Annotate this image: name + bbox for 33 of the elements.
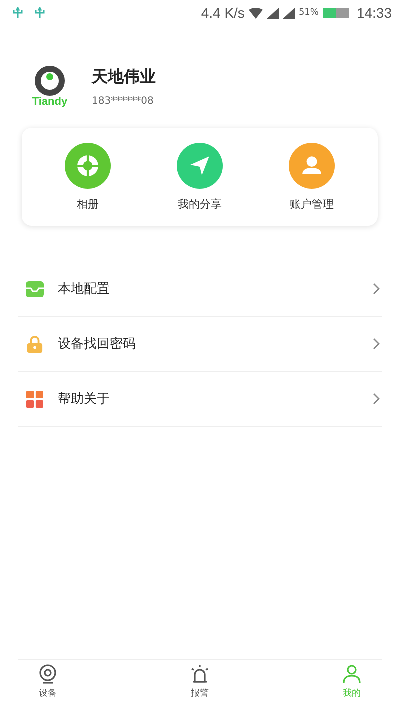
- shortcut-button[interactable]: 我的分享: [160, 142, 240, 212]
- tab[interactable]: 报警: [170, 660, 230, 710]
- shortcut-button[interactable]: 账户管理: [272, 142, 352, 212]
- chevron-icon: [373, 283, 380, 295]
- menu-item[interactable]: 设备找回密码: [18, 317, 382, 372]
- lock-icon: [26, 336, 44, 352]
- battery-percent: 51%: [298, 8, 319, 18]
- signal-icon: [282, 8, 295, 18]
- camera-icon: [38, 664, 58, 684]
- shortcut-button[interactable]: 相册: [48, 142, 128, 212]
- grid-icon: [26, 390, 44, 408]
- clock: 14:33: [356, 5, 392, 21]
- aperture-icon: [65, 142, 111, 188]
- logo-text: Tiandy: [32, 96, 68, 108]
- paper-plane-icon: [177, 142, 223, 188]
- phone-number: 183******08: [92, 96, 155, 107]
- usb-icon: [34, 7, 46, 19]
- tray-icon: [26, 280, 44, 298]
- usb-icon: [12, 7, 24, 19]
- eye-logo-icon: [35, 66, 65, 96]
- network-speed: 4.4 K/s: [201, 5, 245, 21]
- chevron-icon: [373, 393, 380, 405]
- chevron-icon: [373, 338, 380, 350]
- tab[interactable]: 设备: [18, 660, 78, 710]
- person-icon: [342, 664, 362, 684]
- menu-item[interactable]: 本地配置: [18, 262, 382, 317]
- siren-icon: [190, 664, 210, 684]
- signal-icon: [266, 8, 279, 18]
- user-name: 天地伟业: [92, 67, 156, 88]
- battery-icon: [322, 8, 349, 18]
- wifi-icon: [248, 8, 263, 18]
- person-icon: [289, 142, 335, 188]
- menu-item[interactable]: 帮助关于: [18, 372, 382, 427]
